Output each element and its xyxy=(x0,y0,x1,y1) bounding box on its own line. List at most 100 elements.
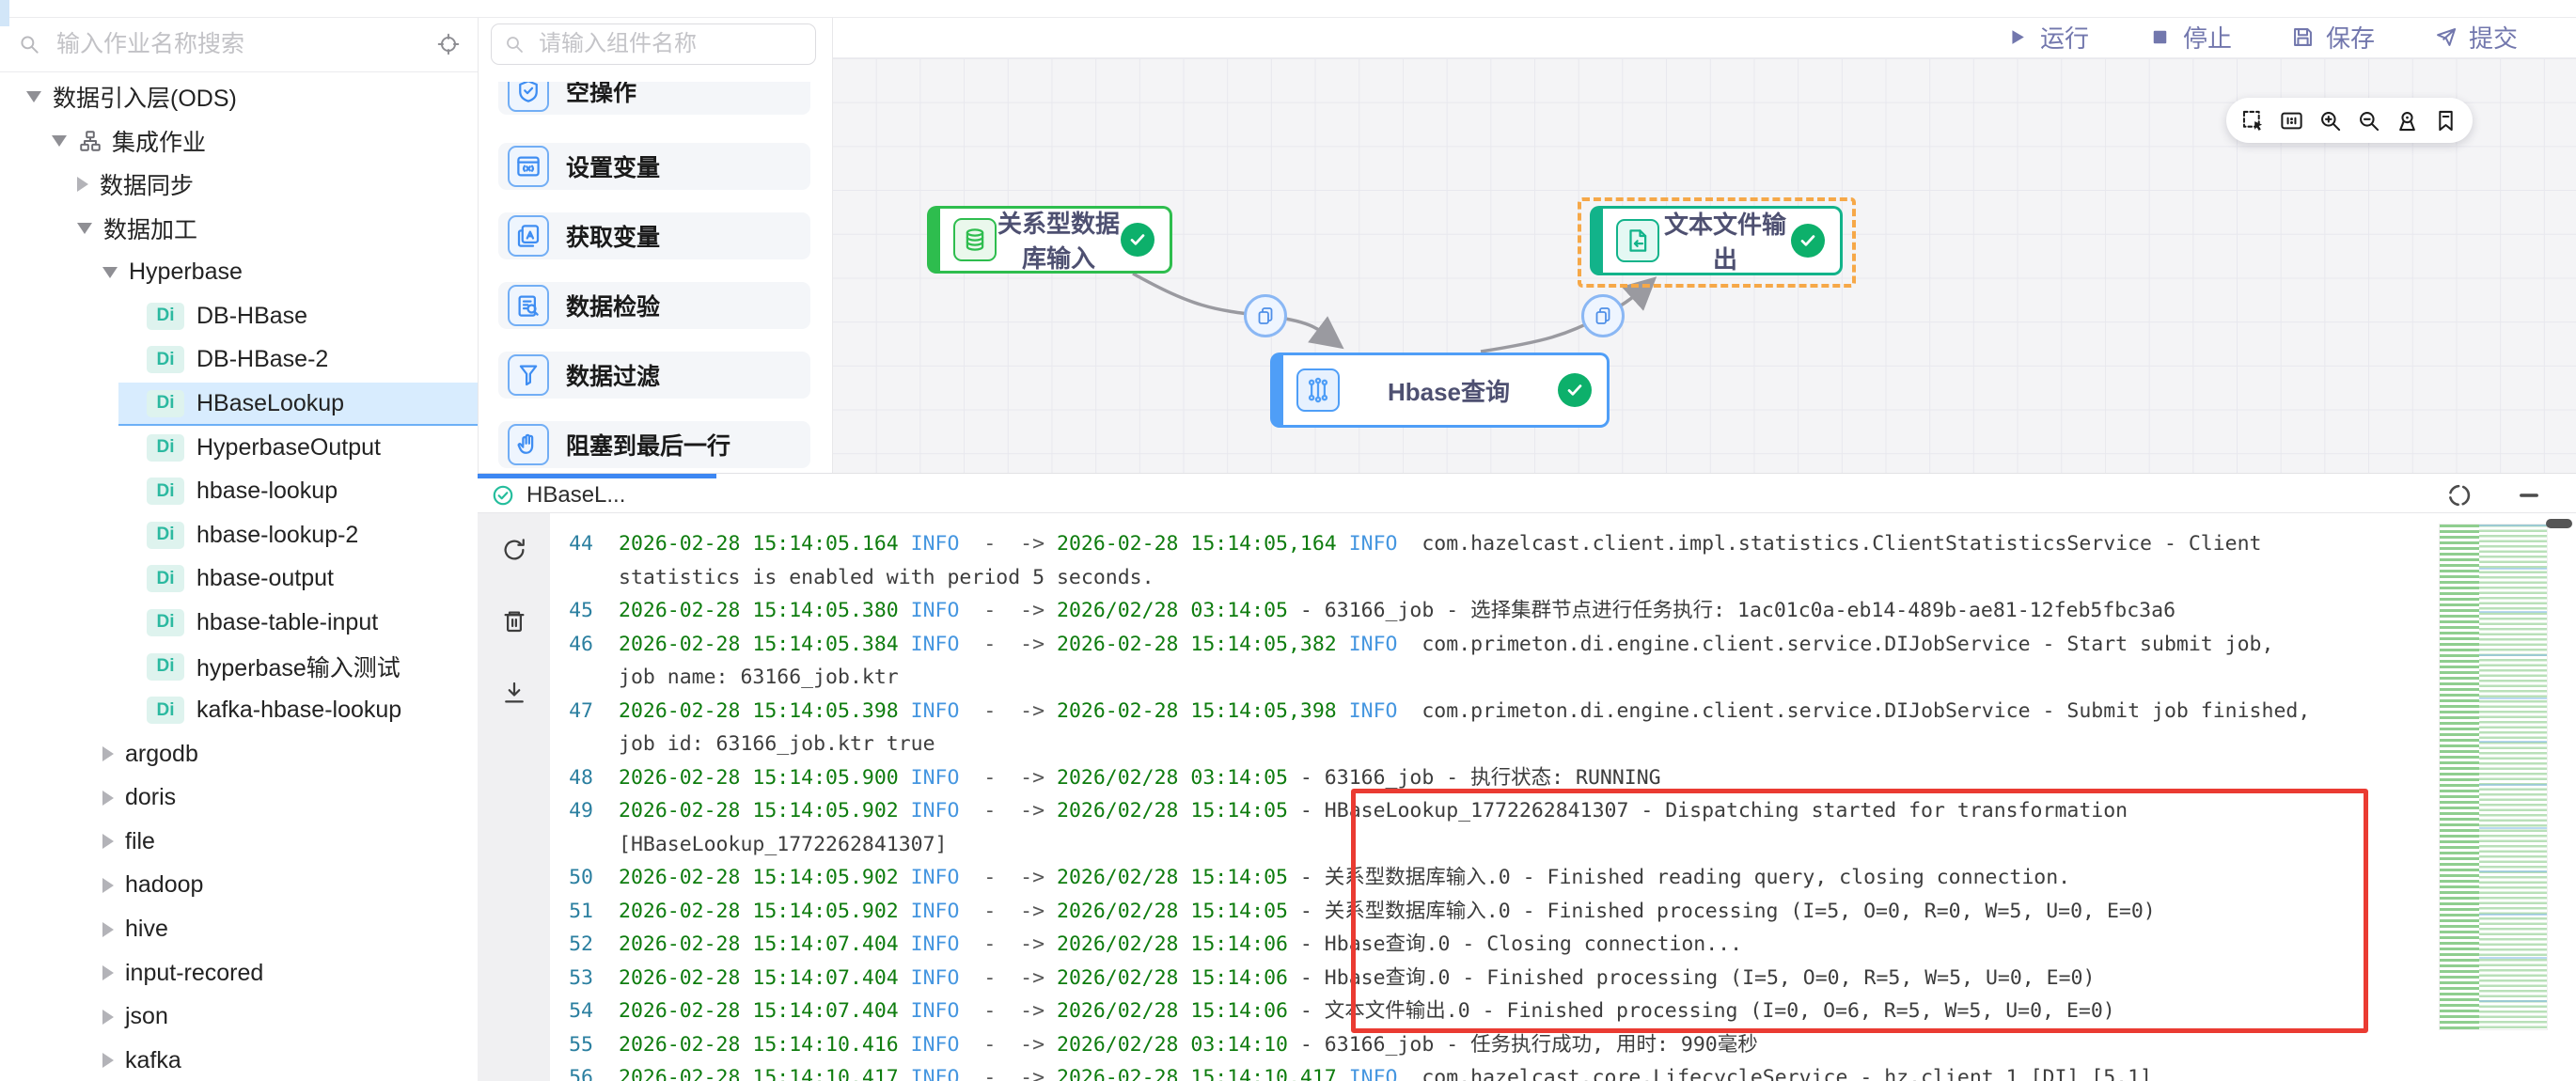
node-label: 文本文件输出 xyxy=(1659,206,1791,275)
caret-closed-icon[interactable] xyxy=(102,746,114,761)
caret-closed-icon[interactable] xyxy=(77,177,88,192)
component-label: 设置变量 xyxy=(566,149,660,183)
log-line: 502026-02-28 15:14:05.902 INFO - -> 2026… xyxy=(550,861,2576,895)
clear-icon[interactable] xyxy=(500,607,528,635)
flow-canvas: 运行 停止 保存 提交 关系型数据库输入 Hbase查询 文本文件输出 xyxy=(832,17,2576,473)
tree-item-Hyperbase[interactable]: Hyperbase xyxy=(0,250,478,294)
caret-closed-icon[interactable] xyxy=(102,965,114,980)
component-card-空操作[interactable]: 空操作 xyxy=(498,82,810,115)
component-palette: 空操作设置变量获取变量数据检验数据过滤阻塞到最后一行 xyxy=(478,17,833,473)
tree-item-HyperbaseOutput[interactable]: DiHyperbaseOutput xyxy=(0,426,478,470)
tree-item-kafka-hbase-lookup[interactable]: Dikafka-hbase-lookup xyxy=(0,688,478,732)
tree-item-hbase-lookup[interactable]: Dihbase-lookup xyxy=(0,469,478,513)
caret-open-icon[interactable] xyxy=(26,91,41,102)
minimize-icon[interactable] xyxy=(2516,482,2542,509)
log-minimap[interactable] xyxy=(2439,524,2548,1030)
tree-item-label: 数据加工 xyxy=(103,212,197,245)
bookmark-icon[interactable] xyxy=(2433,108,2458,133)
caret-closed-icon[interactable] xyxy=(102,791,114,806)
tree-item-hadoop[interactable]: hadoop xyxy=(0,864,478,908)
edge-copy-badge[interactable] xyxy=(1581,294,1625,337)
log-line-number: 54 xyxy=(550,995,593,1028)
tree-item-DB-HBase[interactable]: DiDB-HBase xyxy=(0,294,478,338)
tree-item-hive[interactable]: hive xyxy=(0,907,478,951)
node-label: Hbase查询 xyxy=(1340,373,1558,408)
zoom-in-icon[interactable] xyxy=(2317,108,2343,133)
flow-node-文本文件输出[interactable]: 文本文件输出 xyxy=(1590,206,1843,275)
flow-node-Hbase查询[interactable]: Hbase查询 xyxy=(1270,352,1610,428)
component-card-获取变量[interactable]: 获取变量 xyxy=(498,212,810,259)
tree-item-argodb[interactable]: argodb xyxy=(0,732,478,776)
log-line-number: 52 xyxy=(550,928,593,962)
tree-item-数据加工[interactable]: 数据加工 xyxy=(0,207,478,251)
di-badge: Di xyxy=(147,522,184,549)
search-icon xyxy=(503,33,526,55)
tree-item-HBaseLookup[interactable]: DiHBaseLookup xyxy=(0,382,478,426)
tree-item-label: hbase-table-input xyxy=(196,609,378,636)
tree-item-label: 集成作业 xyxy=(112,124,206,158)
tree-item-doris[interactable]: doris xyxy=(0,776,478,821)
download-icon[interactable] xyxy=(500,679,528,707)
zoom-out-icon[interactable] xyxy=(2356,108,2381,133)
collapse-icon[interactable] xyxy=(2446,482,2473,509)
caret-closed-icon[interactable] xyxy=(102,1053,114,1068)
caret-open-icon[interactable] xyxy=(77,223,92,234)
log-line-number: 55 xyxy=(550,1028,593,1062)
component-card-阻塞到最后一行[interactable]: 阻塞到最后一行 xyxy=(498,421,810,468)
component-label: 获取变量 xyxy=(566,219,660,253)
send-icon xyxy=(2433,24,2458,50)
component-card-设置变量[interactable]: 设置变量 xyxy=(498,143,810,190)
node-label: 关系型数据库输入 xyxy=(997,205,1121,274)
tree-item-数据引入层(ODS)[interactable]: 数据引入层(ODS) xyxy=(0,75,478,119)
tree-item-input-recored[interactable]: input-recored xyxy=(0,951,478,995)
caret-closed-icon[interactable] xyxy=(102,834,114,849)
tree-item-hbase-output[interactable]: Dihbase-output xyxy=(0,557,478,602)
save-icon xyxy=(2290,24,2316,50)
tree-item-label: hive xyxy=(125,916,168,943)
search-icon xyxy=(17,32,41,56)
tree-item-DB-HBase-2[interactable]: DiDB-HBase-2 xyxy=(0,338,478,383)
flow-node-关系型数据库输入[interactable]: 关系型数据库输入 xyxy=(927,206,1172,274)
component-card-数据过滤[interactable]: 数据过滤 xyxy=(498,352,810,399)
window-var-icon xyxy=(508,146,549,187)
run-button[interactable]: 运行 xyxy=(2004,20,2089,55)
locate-icon[interactable] xyxy=(436,32,461,56)
stop-icon xyxy=(2147,24,2173,50)
log-line: 472026-02-28 15:14:05.398 INFO - -> 2026… xyxy=(550,695,2576,728)
tree-item-hyperbase输入测试[interactable]: Dihyperbase输入测试 xyxy=(0,645,478,689)
job-search-input[interactable] xyxy=(55,30,429,59)
di-badge: Di xyxy=(147,434,184,462)
tree-item-hbase-table-input[interactable]: Di hbase-table-input xyxy=(0,601,478,645)
tree-item-json[interactable]: json xyxy=(0,995,478,1039)
button-label: 保存 xyxy=(2326,20,2375,55)
save-button[interactable]: 保存 xyxy=(2290,20,2375,55)
stop-button[interactable]: 停止 xyxy=(2147,20,2232,55)
component-search-input[interactable] xyxy=(537,30,832,58)
log-tab[interactable]: HBaseL... xyxy=(491,482,625,509)
job-tree-sidebar: 数据引入层(ODS)集成作业数据同步数据加工HyperbaseDiDB-HBas… xyxy=(0,0,479,1081)
caret-closed-icon[interactable] xyxy=(102,1010,114,1025)
log-scrollbar-thumb[interactable] xyxy=(2546,519,2572,528)
log-tab-label: HBaseL... xyxy=(526,482,625,509)
log-line-number: 51 xyxy=(550,895,593,929)
log-line-number: 53 xyxy=(550,962,593,995)
caret-closed-icon[interactable] xyxy=(102,878,114,893)
marquee-select-icon[interactable] xyxy=(2240,108,2266,133)
submit-button[interactable]: 提交 xyxy=(2433,20,2518,55)
refresh-icon[interactable] xyxy=(500,536,528,564)
tree-item-kafka[interactable]: kafka xyxy=(0,1039,478,1081)
fit-ratio-icon[interactable] xyxy=(2279,108,2304,133)
di-badge: Di xyxy=(147,609,184,636)
component-card-数据检验[interactable]: 数据检验 xyxy=(498,282,810,329)
tree-item-hbase-lookup-2[interactable]: Dihbase-lookup-2 xyxy=(0,513,478,557)
tree-item-file[interactable]: file xyxy=(0,820,478,864)
locate-pin-icon[interactable] xyxy=(2395,108,2420,133)
caret-closed-icon[interactable] xyxy=(102,922,114,937)
canvas-toolbar: 运行 停止 保存 提交 xyxy=(832,17,2576,58)
caret-open-icon[interactable] xyxy=(52,135,67,147)
tree-item-数据同步[interactable]: 数据同步 xyxy=(0,163,478,207)
edge-copy-badge[interactable] xyxy=(1244,294,1287,337)
tree-item-集成作业[interactable]: 集成作业 xyxy=(0,119,478,164)
caret-open-icon[interactable] xyxy=(102,267,118,278)
tree-item-label: DB-HBase xyxy=(196,303,307,330)
